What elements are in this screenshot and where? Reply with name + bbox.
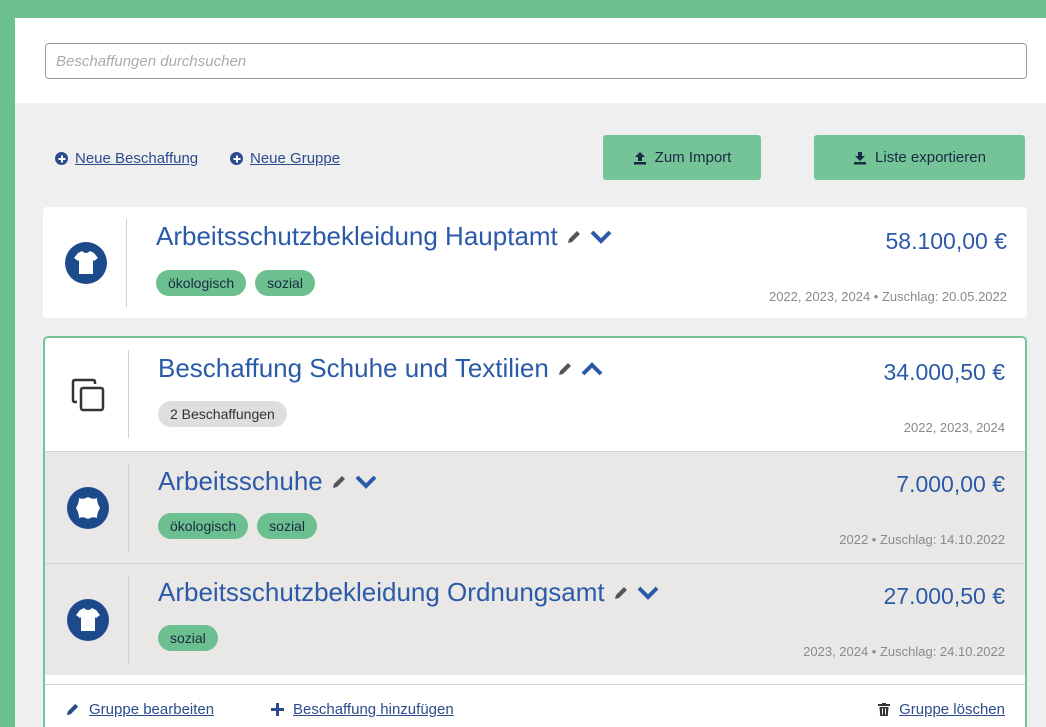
pencil-icon[interactable] xyxy=(557,361,573,377)
search-area xyxy=(15,18,1046,103)
export-label: Liste exportieren xyxy=(875,149,986,166)
child-meta: 2023, 2024 • Zuschlag: 24.10.2022 xyxy=(803,644,1005,659)
leather-icon xyxy=(67,486,109,529)
tshirt-icon xyxy=(65,241,107,284)
child-price: 27.000,50 € xyxy=(883,583,1005,609)
group-meta: 2022, 2023, 2024 xyxy=(903,420,1005,435)
child-tags: ökologisch sozial xyxy=(158,513,317,539)
edit-group-label: Gruppe bearbeiten xyxy=(89,701,215,718)
group-divider xyxy=(128,350,129,438)
child-icon xyxy=(45,452,131,563)
card-meta: 2022, 2023, 2024 • Zuschlag: 20.05.2022 xyxy=(768,289,1007,304)
pencil-icon[interactable] xyxy=(613,585,629,601)
child-title-row: Arbeitsschuhe xyxy=(158,466,377,497)
download-icon xyxy=(854,151,867,164)
child-divider xyxy=(128,464,129,552)
card-divider xyxy=(126,219,127,307)
count-badge: 2 Beschaffungen xyxy=(158,401,287,427)
edit-group-link[interactable]: Gruppe bearbeiten xyxy=(65,701,214,718)
new-group-link[interactable]: Neue Gruppe xyxy=(230,150,340,167)
procurement-card[interactable]: Arbeitsschutzbekleidung Hauptamt 58.100,… xyxy=(43,207,1027,318)
pencil-icon xyxy=(66,703,79,716)
child-title-row: Arbeitsschutzbekleidung Ordnungsamt xyxy=(158,577,659,608)
child-title: Arbeitsschuhe xyxy=(158,466,323,496)
import-button[interactable]: Zum Import xyxy=(603,135,761,180)
tag-social: sozial xyxy=(257,513,317,539)
group-price: 34.000,50 € xyxy=(883,359,1005,385)
upload-icon xyxy=(633,151,646,164)
chevron-down-icon[interactable] xyxy=(637,586,659,600)
child-tags: sozial xyxy=(158,625,218,651)
child-title: Arbeitsschutzbekleidung Ordnungsamt xyxy=(158,577,605,607)
group-footer: Gruppe bearbeiten Beschaffung hinzufügen… xyxy=(45,684,1025,727)
chevron-down-icon[interactable] xyxy=(355,475,377,489)
chevron-down-icon[interactable] xyxy=(590,230,612,244)
add-procurement-link[interactable]: Beschaffung hinzufügen xyxy=(271,701,454,718)
trash-icon xyxy=(878,703,891,716)
plus-circle-icon xyxy=(55,152,68,165)
tag-ecological: ökologisch xyxy=(158,513,249,539)
tag-social: sozial xyxy=(158,625,218,651)
tag-social: sozial xyxy=(255,270,315,296)
export-button[interactable]: Liste exportieren xyxy=(814,135,1025,180)
new-group-label: Neue Gruppe xyxy=(250,150,341,167)
child-meta: 2022 • Zuschlag: 14.10.2022 xyxy=(839,532,1005,547)
main-panel: Neue Beschaffung Neue Gruppe Zum Import … xyxy=(15,18,1046,727)
add-procurement-label: Beschaffung hinzufügen xyxy=(293,701,454,718)
delete-group-link[interactable]: Gruppe löschen xyxy=(878,701,1005,718)
delete-group-label: Gruppe löschen xyxy=(899,701,1005,718)
procurement-group: Beschaffung Schuhe und Textilien 34.000,… xyxy=(43,336,1027,727)
card-tags: ökologisch sozial xyxy=(156,270,315,296)
chevron-up-icon[interactable] xyxy=(581,361,603,376)
card-title-row: Arbeitsschutzbekleidung Hauptamt xyxy=(156,221,612,252)
group-badges: 2 Beschaffungen xyxy=(158,401,287,427)
pencil-icon[interactable] xyxy=(566,229,582,245)
group-title-row: Beschaffung Schuhe und Textilien xyxy=(158,353,603,384)
child-price: 7.000,00 € xyxy=(896,471,1005,497)
group-child-procurement[interactable]: Arbeitsschuhe 7.000,00 € ökologisch sozi… xyxy=(45,451,1025,563)
card-title: Arbeitsschutzbekleidung Hauptamt xyxy=(156,221,558,251)
card-icon xyxy=(43,207,129,318)
new-procurement-link[interactable]: Neue Beschaffung xyxy=(55,150,198,167)
tshirt-icon xyxy=(67,598,109,641)
plus-circle-icon xyxy=(230,152,243,165)
card-price: 58.100,00 € xyxy=(885,228,1007,254)
group-child-procurement[interactable]: Arbeitsschutzbekleidung Ordnungsamt 27.0… xyxy=(45,563,1025,675)
group-title: Beschaffung Schuhe und Textilien xyxy=(158,353,549,383)
child-icon xyxy=(45,564,131,675)
child-divider xyxy=(128,576,129,664)
search-input[interactable] xyxy=(45,43,1027,79)
import-label: Zum Import xyxy=(654,149,732,166)
pencil-icon[interactable] xyxy=(331,474,347,490)
group-icon xyxy=(45,338,131,451)
new-procurement-label: Neue Beschaffung xyxy=(75,150,199,167)
tag-ecological: ökologisch xyxy=(156,270,247,296)
plus-icon xyxy=(271,703,284,716)
copy-icon xyxy=(71,378,105,411)
